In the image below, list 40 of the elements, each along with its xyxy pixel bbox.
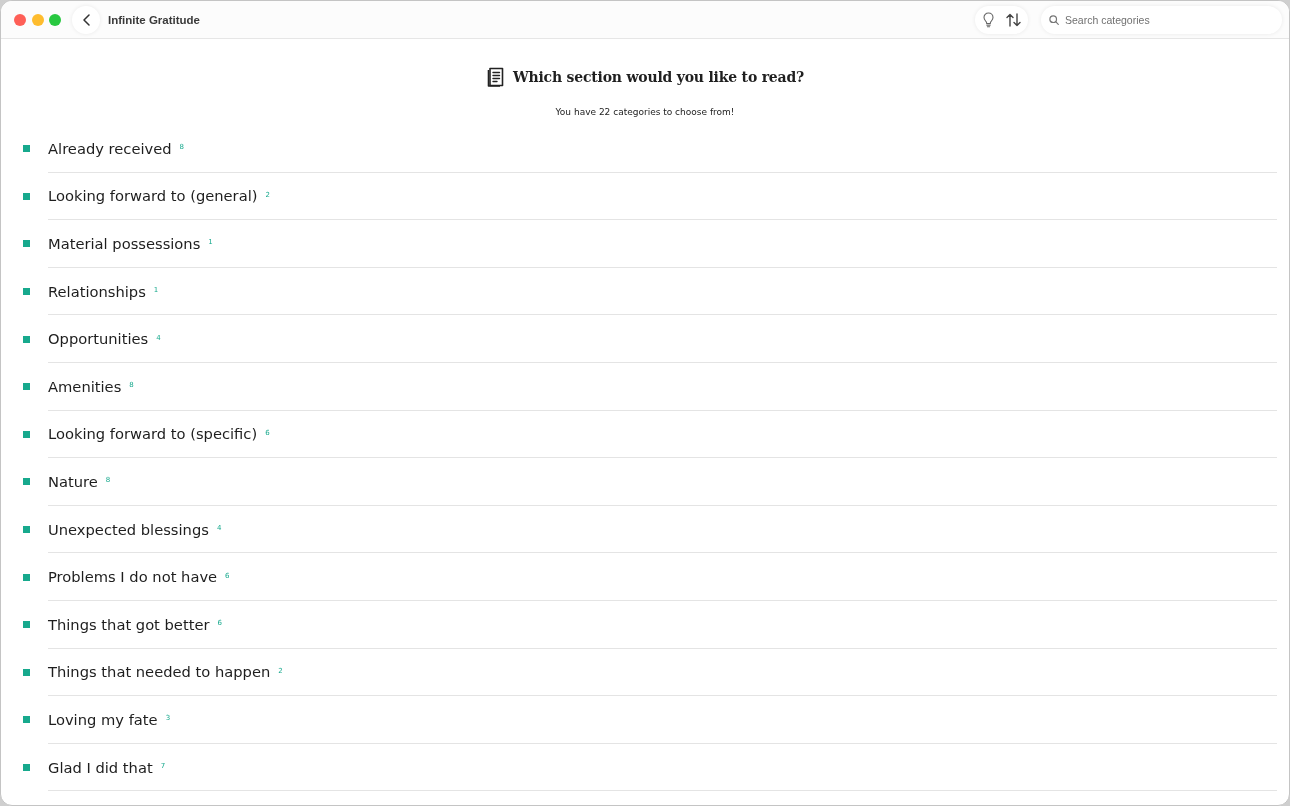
- category-link[interactable]: Already received: [48, 139, 172, 157]
- subtitle-text: You have 22 categories to choose from!: [555, 107, 735, 117]
- search-icon: [1049, 14, 1059, 25]
- square-bullet-icon: [23, 478, 30, 486]
- square-bullet-icon: [23, 430, 30, 438]
- square-bullet-icon: [23, 335, 30, 343]
- category-link[interactable]: Unexpected blessings: [48, 520, 209, 538]
- window-title: Infinite Gratitude: [108, 13, 200, 26]
- minimize-window-icon[interactable]: [31, 13, 44, 26]
- lightbulb-icon[interactable]: [983, 11, 994, 28]
- category-link[interactable]: Looking forward to (specific): [48, 425, 258, 443]
- square-bullet-icon: [23, 288, 30, 296]
- square-bullet-icon: [23, 573, 30, 581]
- category-link[interactable]: Problems I do not have: [48, 568, 218, 586]
- category-link[interactable]: Things that needed to happen: [48, 663, 271, 681]
- square-bullet-icon: [23, 668, 30, 676]
- page-heading: Which section would you like to read?: [512, 68, 805, 85]
- close-window-icon[interactable]: [14, 13, 26, 26]
- square-bullet-icon: [23, 764, 30, 771]
- square-bullet-icon: [23, 716, 30, 724]
- category-link[interactable]: Things that got better: [48, 615, 210, 633]
- maximize-window-icon[interactable]: [49, 13, 61, 26]
- square-bullet-icon: [23, 383, 30, 391]
- search-field[interactable]: Search categories: [1041, 5, 1282, 34]
- category-link[interactable]: Glad I did that: [48, 758, 153, 776]
- category-link[interactable]: Material possessions: [48, 235, 201, 252]
- category-link[interactable]: Relationships: [48, 282, 146, 300]
- square-bullet-icon: [23, 526, 30, 534]
- category-link[interactable]: Loving my fate: [48, 710, 158, 728]
- category-link[interactable]: Amenities: [48, 377, 122, 395]
- square-bullet-icon: [23, 192, 30, 200]
- category-link[interactable]: Nature: [48, 472, 98, 490]
- chevron-left-icon[interactable]: [82, 13, 90, 26]
- document-icon: [485, 66, 505, 87]
- category-link[interactable]: Opportunities: [48, 330, 149, 348]
- square-bullet-icon: [23, 145, 30, 153]
- square-bullet-icon: [23, 621, 30, 629]
- category-link[interactable]: Looking forward to (general): [48, 187, 258, 205]
- sort-arrows-icon[interactable]: [1006, 12, 1021, 27]
- square-bullet-icon: [23, 240, 30, 248]
